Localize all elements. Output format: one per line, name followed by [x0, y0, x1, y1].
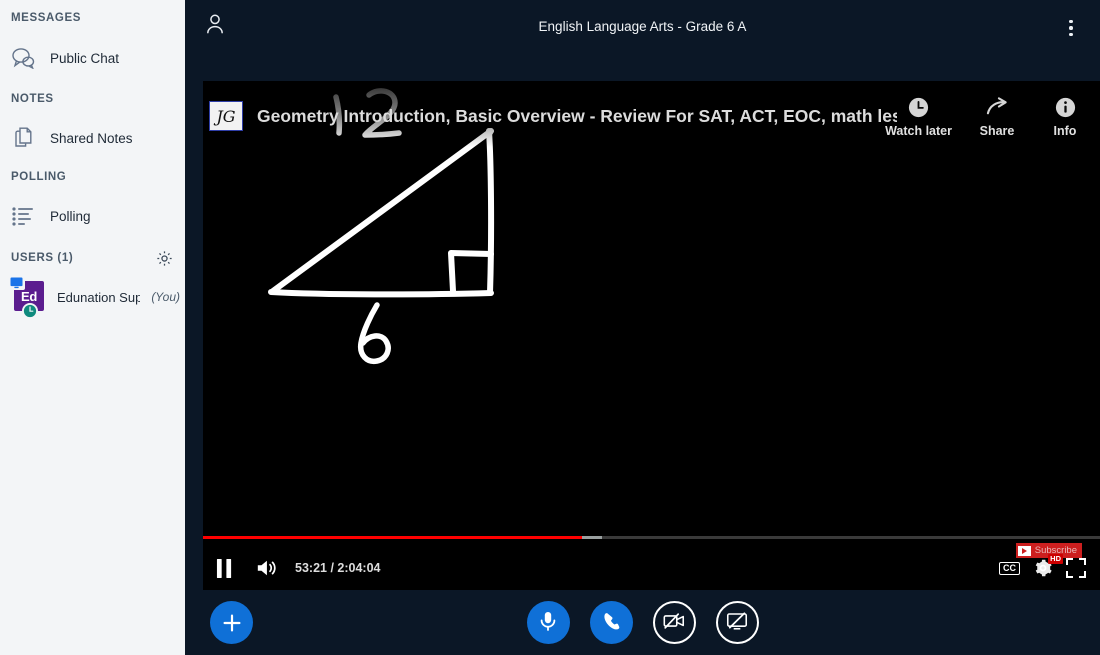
main-area: English Language Arts - Grade 6 A JG Geo… [185, 0, 1100, 655]
info-label: Info [1053, 124, 1077, 138]
whiteboard-sketch [268, 88, 495, 365]
list-item[interactable]: Ed Edunation Sup… (You) [8, 275, 180, 319]
share-arrow-icon [985, 95, 1010, 119]
watch-later-button[interactable]: Watch later [885, 95, 952, 138]
list-bullets-icon [8, 201, 38, 231]
bigbluebutton-meeting-window: MESSAGES Public Chat NOTES Shared Notes … [0, 0, 1100, 655]
video-title[interactable]: Geometry Introduction, Basic Overview - … [257, 99, 897, 133]
top-bar: English Language Arts - Grade 6 A [185, 0, 1100, 55]
sidebar-section-notes: NOTES [11, 93, 54, 105]
users-count-label: USERS (1) [11, 252, 74, 264]
shared-video-player[interactable]: JG Geometry Introduction, Basic Overview… [203, 81, 1100, 590]
avatar: Ed [8, 275, 46, 319]
leave-audio-button[interactable] [589, 601, 633, 644]
sidebar-item-polling[interactable]: Polling [8, 198, 176, 234]
kebab-menu-icon[interactable] [1061, 16, 1081, 40]
progress-played [203, 536, 583, 539]
microphone-icon [538, 610, 558, 635]
video-actions: Watch later Share Info [885, 95, 1088, 138]
info-button[interactable]: Info [1042, 95, 1088, 138]
pause-icon[interactable] [203, 547, 245, 589]
chat-bubbles-icon [8, 43, 38, 73]
info-circle-icon [1054, 95, 1077, 119]
sidebar: MESSAGES Public Chat NOTES Shared Notes … [0, 0, 185, 655]
progress-bar[interactable] [203, 536, 1100, 539]
share-label: Share [979, 124, 1015, 138]
sidebar-item-label: Shared Notes [50, 130, 133, 146]
camera-button[interactable] [652, 601, 696, 644]
screen-share-button[interactable] [715, 601, 759, 644]
action-bar [185, 590, 1100, 655]
sidebar-item-shared-notes[interactable]: Shared Notes [8, 120, 176, 156]
sidebar-item-public-chat[interactable]: Public Chat [8, 40, 176, 76]
page-title: English Language Arts - Grade 6 A [538, 19, 747, 34]
volume-on-icon[interactable] [245, 547, 287, 589]
camera-off-icon [662, 610, 686, 635]
phone-icon [601, 611, 622, 635]
sidebar-item-label: Polling [50, 208, 91, 224]
closed-captions-button[interactable]: CC [999, 561, 1020, 575]
gear-icon[interactable] [156, 250, 173, 267]
microphone-button[interactable] [526, 601, 570, 644]
sidebar-section-messages: MESSAGES [11, 12, 81, 24]
channel-avatar[interactable]: JG [209, 101, 243, 131]
sidebar-item-label: Public Chat [50, 50, 120, 66]
users-header: USERS (1) [0, 248, 185, 268]
documents-icon [8, 123, 38, 153]
clock-status-icon [22, 303, 38, 319]
user-you-label: (You) [151, 290, 180, 304]
quality-badge: HD [1048, 554, 1063, 564]
fullscreen-icon[interactable] [1066, 558, 1086, 578]
share-button[interactable]: Share [974, 95, 1020, 138]
screen-share-off-icon [725, 610, 749, 635]
screen-share-icon [8, 275, 25, 290]
user-name: Edunation Sup… [57, 289, 141, 305]
watch-later-label: Watch later [885, 124, 952, 138]
video-controls: 53:21 / 2:04:04 CC HD [203, 536, 1100, 590]
center-actions [185, 601, 1100, 644]
clock-icon [907, 95, 930, 119]
time-display: 53:21 / 2:04:04 [295, 561, 381, 575]
sidebar-section-polling: POLLING [11, 171, 67, 183]
video-settings-button[interactable]: HD [1032, 554, 1063, 579]
